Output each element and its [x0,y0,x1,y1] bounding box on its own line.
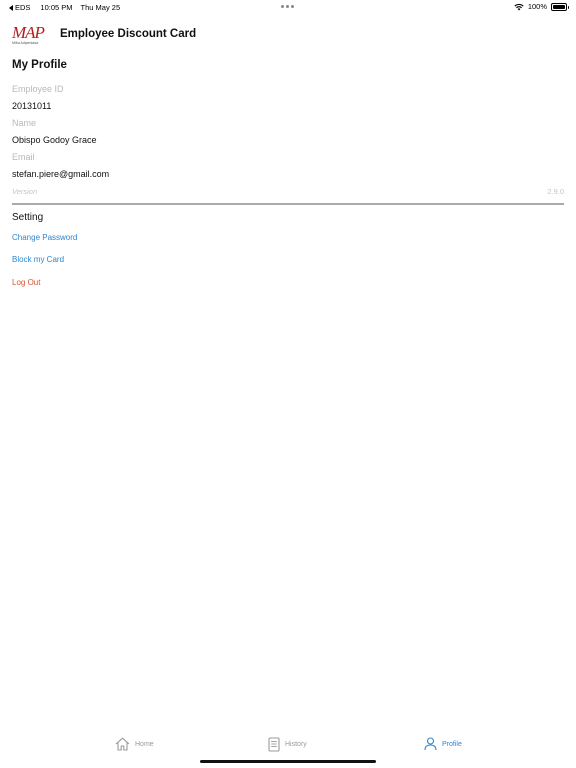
version-label: Version [12,187,38,196]
employee-id-value: 20131011 [12,101,52,111]
status-right: 100% [514,2,569,11]
status-date: Thu May 25 [80,3,121,12]
multitasking-dots-icon[interactable] [281,5,294,8]
email-label: Email [12,152,35,162]
email-value: stefan.piere@gmail.com [12,169,110,179]
tab-bar: Home History Profile [0,728,576,768]
tab-history[interactable]: History [268,737,307,752]
wifi-icon [514,3,524,10]
app-screen: EDS 10:05 PM Thu May 25 100% MAP Mitra A… [0,0,576,768]
back-app-label: EDS [15,3,31,12]
change-password-link[interactable]: Change Password [12,233,77,242]
logo-mark: MAP [12,23,45,42]
document-icon [268,737,280,752]
battery-percent: 100% [527,2,547,11]
section-divider [12,203,564,205]
person-icon [424,737,437,751]
tab-home-label: Home [135,740,154,748]
name-value: Obispo Godoy Grace [12,135,97,145]
app-header: MAP Mitra Adiperkasa Employee Discount C… [0,20,576,50]
setting-section-title: Setting [12,212,44,223]
page-title: Employee Discount Card [60,28,197,40]
name-label: Name [12,118,37,128]
profile-section-title: My Profile [12,59,67,71]
version-value: 2.9.0 [547,187,564,196]
battery-icon [551,2,569,11]
tab-home[interactable]: Home [115,737,154,751]
tab-profile-label: Profile [442,740,462,748]
status-left: EDS 10:05 PM Thu May 25 [9,3,120,12]
battery-fill [553,4,565,9]
employee-id-label: Employee ID [12,84,64,94]
home-icon [115,737,130,751]
status-bar: EDS 10:05 PM Thu May 25 100% [0,0,576,14]
home-indicator[interactable] [200,760,376,763]
back-arrow-icon [9,4,13,11]
tab-history-label: History [285,741,307,748]
brand-logo: MAP Mitra Adiperkasa [12,23,48,47]
block-card-link[interactable]: Block my Card [12,255,64,264]
log-out-link[interactable]: Log Out [12,278,40,287]
back-to-app-button[interactable]: EDS [9,3,30,12]
status-time: 10:05 PM [40,3,73,12]
tab-profile[interactable]: Profile [424,737,462,751]
